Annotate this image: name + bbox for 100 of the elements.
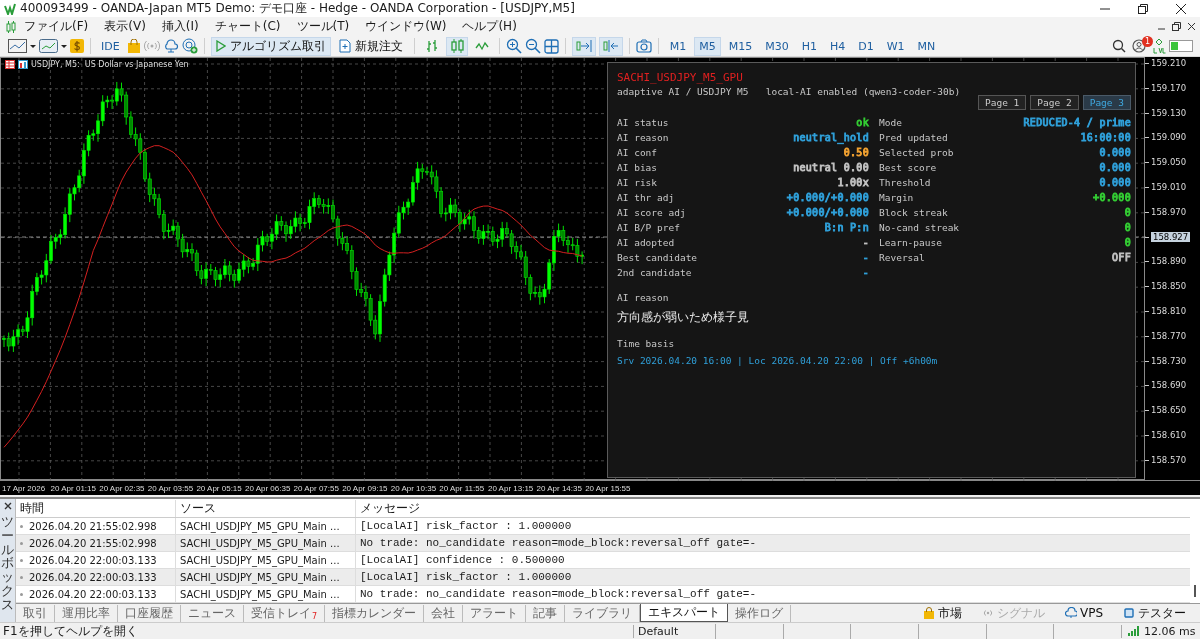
field-value: 16:00:00 — [1080, 131, 1131, 145]
new-order-button[interactable]: 新規注文 — [333, 36, 408, 56]
tab[interactable]: エキスパート — [640, 604, 729, 622]
globe-plus-icon[interactable] — [181, 38, 198, 54]
menu-item[interactable]: ファイル(F) — [16, 18, 97, 35]
algo-trading-button[interactable]: アルゴリズム取引 — [210, 36, 331, 56]
ide-button[interactable]: IDE — [97, 39, 124, 53]
field-value: +0.000 — [1093, 191, 1131, 205]
timeframe-button[interactable]: M15 — [723, 36, 758, 56]
timeframe-button[interactable]: H1 — [796, 36, 822, 56]
price-label: 158.730 — [1151, 355, 1187, 366]
tab[interactable]: 取引 — [16, 604, 55, 622]
menu-item[interactable]: 表示(V) — [96, 18, 154, 35]
chip-icon — [1123, 607, 1135, 619]
field-value: +0.000/+0.000 — [786, 191, 869, 205]
field-label: AI reason — [617, 132, 669, 143]
table-cell: SACHI_USDJPY_M5_GPU_Main ... — [176, 535, 356, 551]
table-cell-text: [LocalAI] risk_factor : 1.000000 — [359, 570, 573, 585]
timeframe-button[interactable]: MN — [912, 36, 941, 56]
field-label: Selected prob — [879, 147, 954, 158]
autoscroll-icon[interactable] — [575, 39, 592, 53]
restore-icon[interactable] — [1172, 22, 1181, 31]
price-label: 158.890 — [1151, 256, 1187, 267]
field-label: Mode — [879, 117, 902, 128]
menu-item[interactable]: ウインドウ(W) — [357, 18, 455, 35]
close-icon[interactable] — [1187, 22, 1196, 31]
page-button[interactable]: Page 2 — [1030, 95, 1079, 110]
service-button[interactable]: VPS — [1058, 605, 1109, 621]
page-button[interactable]: Page 1 — [978, 95, 1027, 110]
line-chart-dropdown-icon[interactable] — [8, 39, 36, 53]
field-label: Threshold — [879, 177, 931, 188]
page-button[interactable]: Page 3 — [1082, 95, 1131, 110]
table-cell-text: [LocalAI] risk_factor : 1.000000 — [359, 519, 573, 534]
column-header[interactable]: ソース — [176, 500, 356, 517]
tab[interactable]: アラート — [463, 604, 527, 622]
tab[interactable]: 口座履歴 — [118, 604, 181, 622]
menu-item[interactable]: 挿入(I) — [153, 18, 207, 35]
bullet-icon — [20, 558, 23, 562]
menu-item[interactable]: ツール(T) — [288, 18, 358, 35]
field-value: - — [862, 266, 869, 280]
close-icon[interactable] — [1176, 3, 1186, 14]
inbox-count: 7 — [312, 612, 318, 621]
chart-shift-icon[interactable] — [602, 39, 619, 53]
time-label: 20 Apr 09:15 — [342, 483, 389, 493]
price-label: 158.690 — [1151, 380, 1187, 391]
bar-chart-icon[interactable] — [424, 39, 439, 53]
candles-icon — [6, 20, 16, 33]
time-label: 20 Apr 02:35 — [99, 483, 146, 493]
menu-item[interactable]: チャート(C) — [206, 18, 289, 35]
shopping-bag-icon[interactable] — [126, 39, 141, 53]
service-button[interactable]: 市場 — [916, 603, 968, 623]
column-header[interactable]: 時間 — [16, 500, 176, 517]
field-label: No-cand streak — [879, 222, 960, 233]
field-label: Best candidate — [617, 252, 698, 263]
price-label: 158.770 — [1151, 330, 1187, 341]
template-dropdown-icon[interactable] — [39, 39, 67, 53]
tab[interactable]: 記事 — [526, 604, 566, 622]
tab[interactable]: 会社 — [424, 604, 464, 622]
search-icon[interactable] — [1112, 39, 1126, 53]
field-value: - — [862, 251, 869, 265]
field-label: AI B/P pref — [617, 222, 680, 233]
timeframe-button[interactable]: M5 — [694, 36, 721, 56]
scrollbar-thumb[interactable] — [1194, 585, 1196, 597]
zoom-out-icon[interactable] — [524, 38, 541, 54]
menu-item[interactable]: ヘルプ(H) — [454, 18, 525, 35]
account-icon[interactable] — [1132, 39, 1146, 53]
field-label: 2nd candidate — [617, 267, 692, 278]
field-label: AI bias — [617, 162, 658, 173]
tab[interactable]: 運用比率 — [55, 604, 118, 622]
table-cell: SACHI_USDJPY_M5_GPU_Main ... — [176, 569, 356, 585]
field-value: REDUCED-4 / prime — [1023, 116, 1131, 130]
field-label: AI risk — [617, 177, 658, 188]
current-price-label: 158.927 — [1151, 231, 1191, 242]
zoom-in-icon[interactable] — [505, 38, 522, 54]
timeframe-button[interactable]: D1 — [853, 36, 879, 56]
candlestick-icon[interactable] — [449, 39, 464, 53]
tab[interactable]: 操作ログ — [728, 604, 792, 622]
field-value: OFF — [1112, 251, 1131, 265]
timeframe-button[interactable]: M30 — [760, 36, 794, 56]
time-label: 20 Apr 14:35 — [536, 483, 583, 493]
restore-icon[interactable] — [1138, 3, 1148, 14]
field-value: ok — [856, 116, 869, 130]
camera-icon[interactable] — [635, 39, 652, 53]
reason-text: 方向感が弱いため様子見 — [617, 309, 750, 326]
service-button[interactable]: テスター — [1117, 603, 1192, 623]
timeframe-button[interactable]: H4 — [824, 36, 851, 56]
dollar-icon[interactable] — [70, 39, 84, 53]
column-header[interactable]: メッセージ — [356, 500, 1190, 517]
grid-icon[interactable] — [543, 38, 559, 54]
time-label: 20 Apr 10:35 — [390, 483, 438, 493]
timeframe-button[interactable]: W1 — [881, 36, 910, 56]
level-drawing[interactable] — [1152, 38, 1166, 54]
price-label: 159.170 — [1151, 82, 1187, 93]
close-icon[interactable] — [3, 502, 12, 510]
tab[interactable]: 指標カレンダー — [325, 604, 425, 622]
timeframe-button[interactable]: M1 — [664, 36, 692, 56]
table-cell-text: No trade: no_candidate reason=mode_block:reversal_off gate=- — [359, 536, 758, 551]
tab[interactable]: ニュース — [181, 604, 244, 622]
price-label: 158.810 — [1151, 305, 1187, 316]
cloud-icon[interactable] — [162, 39, 179, 53]
